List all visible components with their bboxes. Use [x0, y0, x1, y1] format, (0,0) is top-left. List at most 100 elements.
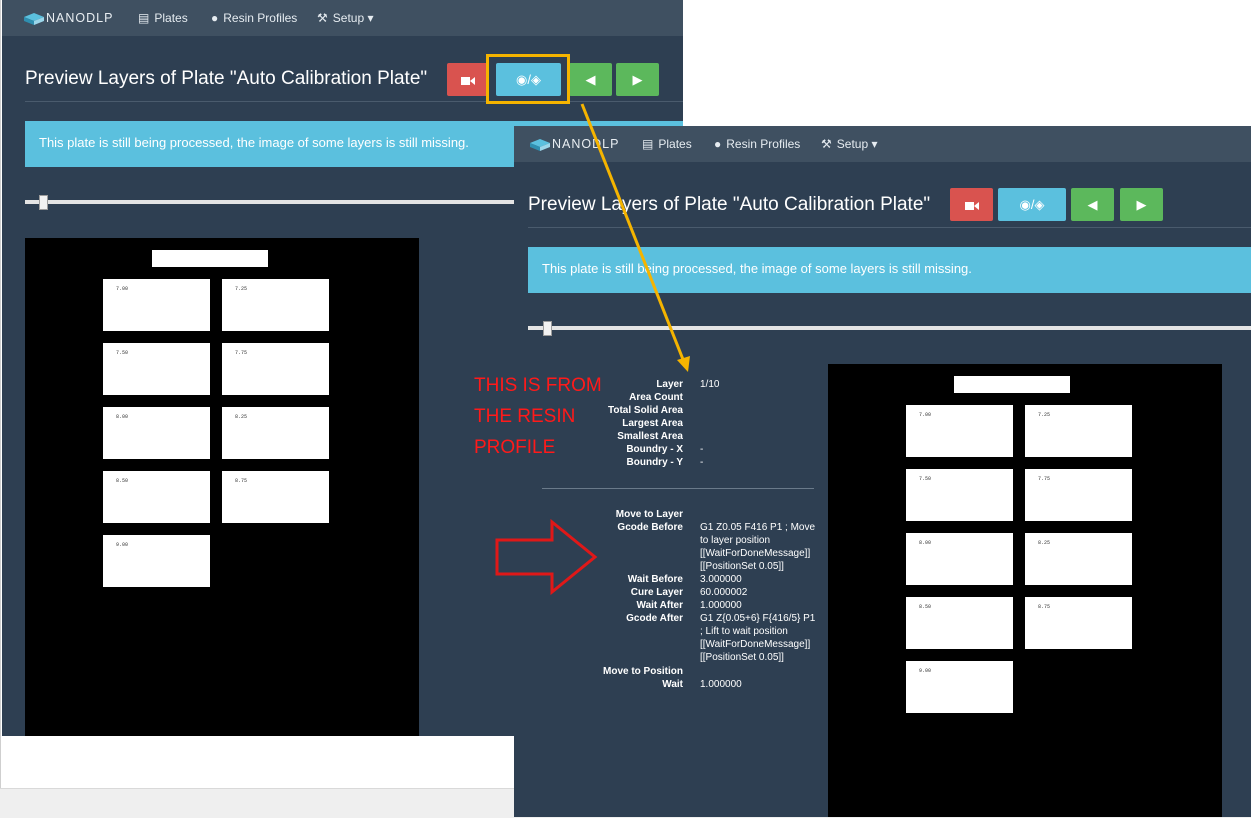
- calibration-tile: 7.25: [222, 279, 329, 331]
- nav-item-setup[interactable]: ⚒ Setup ▾: [317, 0, 374, 36]
- video-camera-icon: [460, 76, 475, 85]
- calibration-tile: 7.50: [906, 469, 1013, 521]
- info-value: 1/10: [700, 379, 720, 390]
- tile-label: 7.00: [919, 412, 932, 418]
- info-label: Gcode Before: [617, 522, 683, 533]
- first-layer-button[interactable]: ◀: [569, 63, 612, 96]
- last-layer-button[interactable]: ▶: [616, 63, 659, 96]
- eye-icon: ◉: [1019, 197, 1031, 212]
- brand-name: NANODLP: [46, 11, 114, 25]
- calibration-tile: 9.00: [906, 661, 1013, 713]
- info-value: G1 Z0.05 F416 P1 ; Move to layer positio…: [700, 522, 816, 572]
- skip-back-icon: ◀: [585, 72, 596, 87]
- info-value: 1.000000: [700, 600, 742, 611]
- info-value: 3.000000: [700, 574, 742, 585]
- toggle-visibility-button[interactable]: ◉/◈: [998, 188, 1066, 221]
- tile-label: 7.50: [116, 350, 129, 356]
- nav-label: Resin Profiles: [223, 11, 298, 25]
- nav-label: Resin Profiles: [726, 137, 801, 151]
- calibration-tile: 8.50: [103, 471, 210, 523]
- calibration-tile: 8.00: [906, 533, 1013, 585]
- info-value: 1.000000: [700, 679, 742, 690]
- calibration-tile: 8.00: [103, 407, 210, 459]
- calibration-tile: 8.25: [1025, 533, 1132, 585]
- skip-forward-icon: ▶: [1136, 197, 1147, 212]
- skip-forward-icon: ▶: [632, 72, 643, 87]
- annotation-text: THIS IS FROM THE RESIN PROFILE: [474, 375, 602, 458]
- info-label: Gcode After: [626, 613, 683, 624]
- wrench-icon: ⚒: [821, 137, 832, 151]
- calibration-tile: 7.50: [103, 343, 210, 395]
- plates-icon: ▤: [642, 137, 654, 151]
- resin-drop-icon: ●: [714, 137, 722, 151]
- layer-preview-canvas: 7.00 7.25 7.50 7.75 8.00 8.25 8.50 8.75 …: [828, 364, 1222, 817]
- info-label: Wait Before: [627, 574, 683, 585]
- video-camera-icon: [964, 201, 979, 210]
- tile-label: 7.75: [1038, 476, 1051, 482]
- preview-header-bar: [152, 250, 268, 267]
- skip-back-icon: ◀: [1087, 197, 1098, 212]
- nav-label: Setup: [836, 137, 869, 151]
- highlight-box: [486, 54, 570, 104]
- nanodlp-logo-icon: [530, 138, 550, 151]
- calibration-tile: 7.00: [103, 279, 210, 331]
- record-video-button[interactable]: [447, 63, 488, 96]
- nav-item-plates[interactable]: ▤ Plates: [138, 0, 188, 36]
- brand-logo[interactable]: NANODLP: [530, 126, 619, 162]
- caret-down-icon: ▾: [871, 137, 878, 151]
- wrench-icon: ⚒: [317, 11, 328, 25]
- calibration-tile: 7.25: [1025, 405, 1132, 457]
- layer-slider-handle[interactable]: [39, 195, 48, 210]
- title-divider: [25, 101, 683, 102]
- tile-label: 7.75: [235, 350, 248, 356]
- tile-label: 8.75: [1038, 604, 1051, 610]
- info-value: -: [700, 444, 704, 455]
- last-layer-button[interactable]: ▶: [1120, 188, 1163, 221]
- tile-label: 8.50: [116, 478, 129, 484]
- nav-item-resin-profiles[interactable]: ● Resin Profiles: [211, 0, 297, 36]
- info-label: Move to Position: [603, 666, 683, 677]
- layer-preview-canvas: 7.00 7.25 7.50 7.75 8.00 8.25 8.50 8.75 …: [25, 238, 419, 736]
- info-label: Cure Layer: [630, 587, 683, 598]
- nav-label: Setup: [332, 11, 365, 25]
- brand-logo[interactable]: NANODLP: [24, 0, 113, 36]
- tile-label: 7.25: [235, 286, 248, 292]
- navbar: NANODLP ▤ Plates ● Resin Profiles ⚒ Setup ▾: [2, 0, 683, 36]
- tile-label: 8.25: [235, 414, 248, 420]
- plates-icon: ▤: [138, 11, 150, 25]
- layer-slider-handle[interactable]: [543, 321, 552, 336]
- tile-label: 9.00: [919, 668, 932, 674]
- info-label: Wait: [662, 679, 683, 690]
- nav-item-plates[interactable]: ▤ Plates: [642, 126, 692, 162]
- tile-label: 8.75: [235, 478, 248, 484]
- calibration-tile: 8.50: [906, 597, 1013, 649]
- record-video-button[interactable]: [950, 188, 993, 221]
- info-label: Move to Layer: [615, 509, 683, 520]
- processing-alert: This plate is still being processed, the…: [528, 247, 1251, 293]
- eye-slash-icon: ◈: [1034, 197, 1045, 212]
- nav-item-resin-profiles[interactable]: ● Resin Profiles: [714, 126, 800, 162]
- layer-slider-track[interactable]: [528, 326, 1251, 330]
- tile-label: 9.00: [116, 542, 129, 548]
- navbar: NANODLP ▤ Plates ● Resin Profiles ⚒ Setup ▾: [514, 126, 1251, 162]
- preview-header-bar: [954, 376, 1070, 393]
- calibration-tile: 9.00: [103, 535, 210, 587]
- window-frame-edge: [0, 0, 1, 790]
- nav-label: Plates: [658, 137, 692, 151]
- info-value: -: [700, 457, 704, 468]
- page-title: Preview Layers of Plate "Auto Calibratio…: [528, 194, 931, 215]
- front-screenshot-window: NANODLP ▤ Plates ● Resin Profiles ⚒ Setup ▾…: [514, 126, 1251, 817]
- nav-label: Plates: [154, 11, 188, 25]
- tile-label: 7.50: [919, 476, 932, 482]
- first-layer-button[interactable]: ◀: [1071, 188, 1114, 221]
- calibration-tile: 8.25: [222, 407, 329, 459]
- calibration-tile: 7.75: [222, 343, 329, 395]
- tile-label: 7.25: [1038, 412, 1051, 418]
- tile-label: 8.25: [1038, 540, 1051, 546]
- page-title: Preview Layers of Plate "Auto Calibratio…: [25, 68, 428, 89]
- info-value: 60.000002: [700, 587, 748, 598]
- nav-item-setup[interactable]: ⚒ Setup ▾: [821, 126, 878, 162]
- title-divider: [528, 227, 1251, 228]
- info-label: Wait After: [636, 600, 683, 611]
- tile-label: 7.00: [116, 286, 129, 292]
